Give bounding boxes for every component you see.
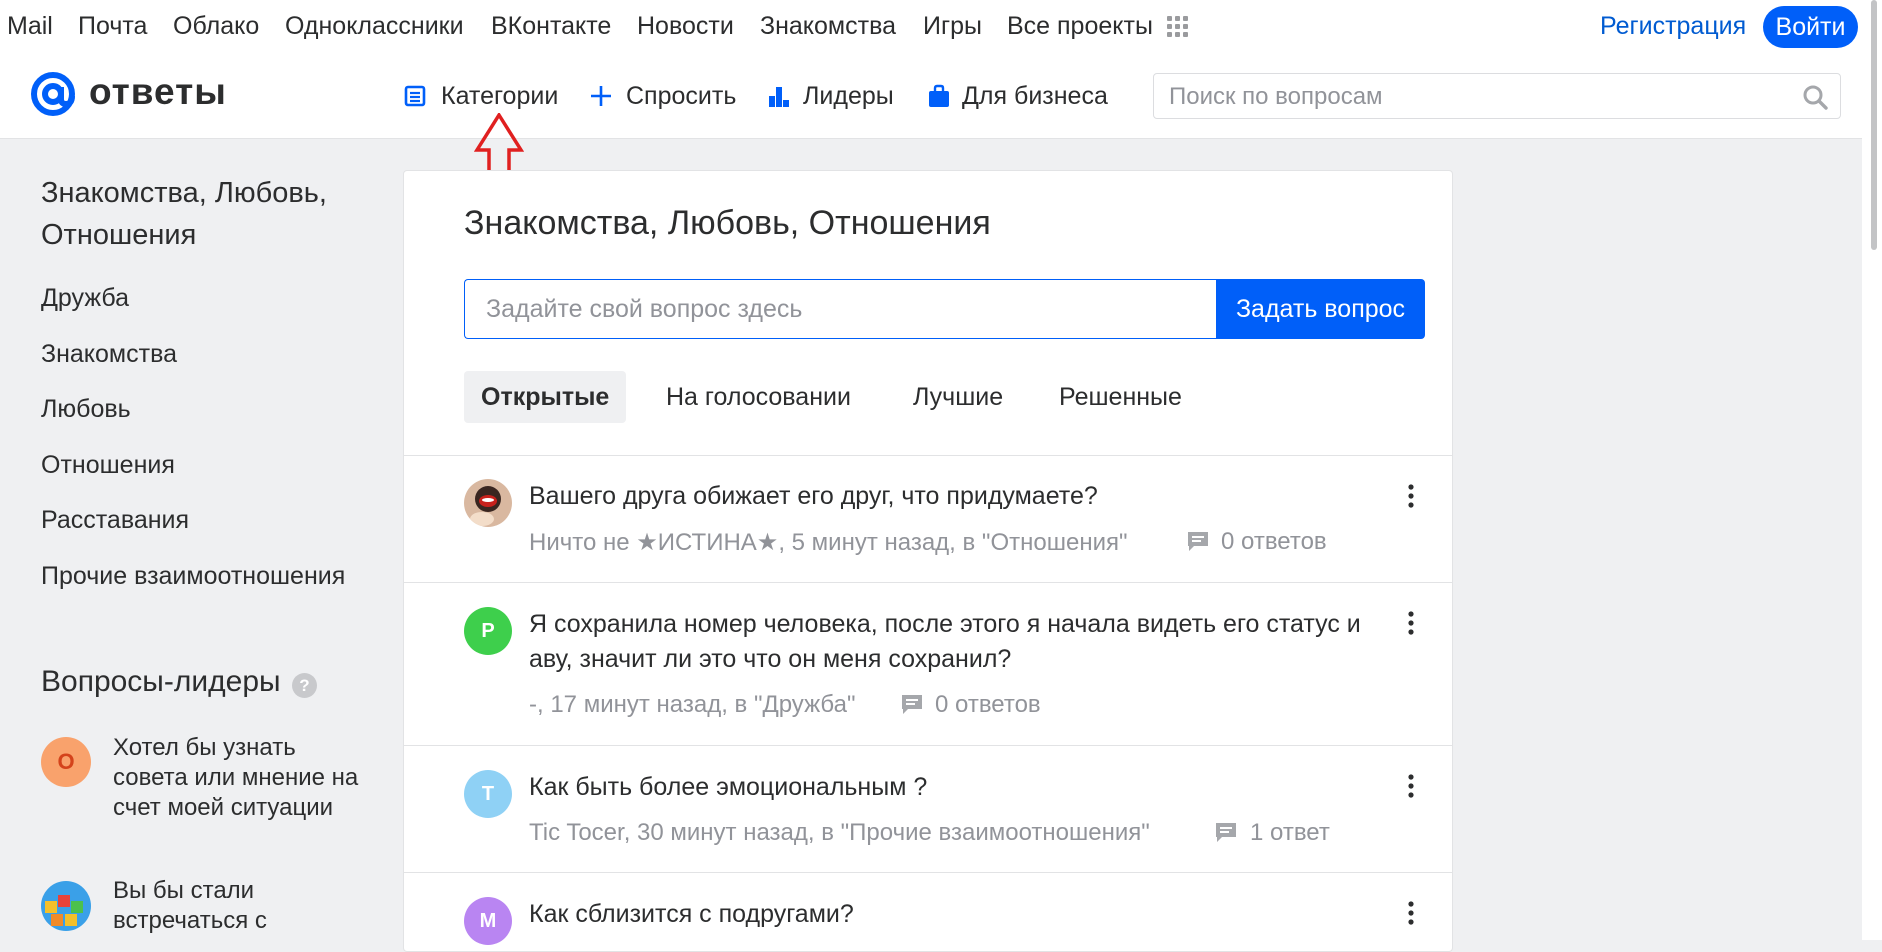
more-options-icon[interactable] bbox=[1404, 773, 1418, 799]
portal-link-mail[interactable]: Mail bbox=[7, 12, 53, 41]
question-title[interactable]: Вашего друга обижает его друг, что приду… bbox=[529, 479, 1399, 514]
avatar[interactable]: Р bbox=[464, 607, 512, 655]
questions-card: Знакомства, Любовь, Отношения Задайте св… bbox=[403, 170, 1453, 952]
question-meta: Ничто не ★ИСТИНА★, 5 минут назад, в "Отн… bbox=[529, 529, 1128, 556]
answers-count[interactable]: 1 ответ bbox=[1250, 819, 1330, 847]
nav-leaders[interactable]: Лидеры bbox=[803, 82, 894, 111]
portal-link-igry[interactable]: Игры bbox=[923, 12, 982, 41]
sidebar-item-druzhba[interactable]: Дружба bbox=[41, 284, 129, 313]
leader-avatar-image[interactable] bbox=[41, 881, 91, 931]
search-input[interactable]: Поиск по вопросам bbox=[1153, 73, 1841, 119]
portal-link-vkontakte[interactable]: ВКонтакте bbox=[491, 12, 611, 41]
portal-bar: Mail Почта Облако Одноклассники ВКонтакт… bbox=[0, 0, 1882, 54]
help-icon[interactable]: ? bbox=[292, 673, 317, 698]
ask-placeholder: Задайте свой вопрос здесь bbox=[486, 295, 803, 323]
nav-ask[interactable]: Спросить bbox=[626, 82, 736, 111]
question-title[interactable]: Я сохранила номер человека, после этого … bbox=[529, 607, 1399, 677]
more-options-icon[interactable] bbox=[1404, 483, 1418, 509]
comment-icon bbox=[1216, 823, 1236, 842]
leader-question-text[interactable]: Хотел бы узнать совета или мнение на сче… bbox=[113, 733, 373, 823]
sidebar-category-title: Знакомства, Любовь, Отношения bbox=[41, 177, 327, 251]
leaders-title: Вопросы-лидеры bbox=[41, 665, 281, 698]
otvety-logo-icon[interactable] bbox=[29, 70, 77, 118]
sidebar-item-lyubov[interactable]: Любовь bbox=[41, 395, 131, 424]
tab-solved[interactable]: Решенные bbox=[1059, 371, 1182, 423]
answers-count[interactable]: 0 ответов bbox=[935, 691, 1041, 719]
question-meta: -, 17 минут назад, в "Дружба" bbox=[529, 691, 856, 718]
avatar[interactable] bbox=[464, 479, 512, 527]
site-header: ответы Категории Спросить Лидеры Для биз… bbox=[0, 54, 1862, 139]
ask-question-input[interactable]: Задайте свой вопрос здесь bbox=[464, 279, 1216, 339]
briefcase-icon[interactable] bbox=[927, 84, 951, 108]
categories-icon[interactable] bbox=[403, 84, 427, 108]
portal-link-oblako[interactable]: Облако bbox=[173, 12, 259, 41]
comment-icon bbox=[1188, 532, 1208, 551]
question-meta: Tic Tocer, 30 минут назад, в "Прочие вза… bbox=[529, 819, 1150, 846]
tab-open[interactable]: Открытые bbox=[464, 371, 627, 423]
sidebar-item-otnosheniya[interactable]: Отношения bbox=[41, 451, 175, 480]
portal-link-pochta[interactable]: Почта bbox=[78, 12, 147, 41]
scrollbar-thumb[interactable] bbox=[1871, 0, 1877, 250]
ask-question-button[interactable]: Задать вопрос bbox=[1216, 279, 1425, 339]
register-link[interactable]: Регистрация bbox=[1600, 12, 1746, 41]
question-title[interactable]: Как быть более эмоциональным ? bbox=[529, 770, 1399, 805]
comment-icon bbox=[902, 695, 922, 714]
portal-link-odnoklassniki[interactable]: Одноклассники bbox=[285, 12, 464, 41]
divider bbox=[404, 455, 1452, 456]
divider bbox=[404, 582, 1452, 583]
portal-link-novosti[interactable]: Новости bbox=[637, 12, 734, 41]
nav-categories[interactable]: Категории bbox=[441, 82, 558, 111]
leader-avatar[interactable]: О bbox=[41, 737, 91, 787]
leader-question-text[interactable]: Вы бы стали встречаться с bbox=[113, 876, 373, 936]
divider bbox=[404, 745, 1452, 746]
apps-grid-icon[interactable] bbox=[1167, 16, 1189, 38]
scrollbar[interactable] bbox=[1862, 0, 1882, 940]
avatar[interactable]: М bbox=[464, 897, 512, 945]
search-icon[interactable] bbox=[1802, 84, 1828, 110]
portal-link-znakomstva[interactable]: Знакомства bbox=[760, 12, 896, 41]
leaders-chart-icon[interactable] bbox=[767, 84, 791, 108]
more-options-icon[interactable] bbox=[1404, 610, 1418, 636]
question-title[interactable]: Как сблизится с подругами? bbox=[529, 897, 1399, 932]
login-button[interactable]: Войти bbox=[1763, 6, 1858, 48]
page-title: Знакомства, Любовь, Отношения bbox=[464, 204, 991, 242]
sidebar-item-rasstavaniya[interactable]: Расставания bbox=[41, 506, 189, 535]
divider bbox=[404, 872, 1452, 873]
avatar[interactable]: Т bbox=[464, 770, 512, 818]
logo-text[interactable]: ответы bbox=[89, 71, 227, 113]
tab-best[interactable]: Лучшие bbox=[913, 371, 1003, 423]
more-options-icon[interactable] bbox=[1404, 900, 1418, 926]
tab-voting[interactable]: На голосовании bbox=[666, 371, 851, 423]
portal-link-all-projects[interactable]: Все проекты bbox=[1007, 12, 1153, 41]
sidebar-item-prochie[interactable]: Прочие взаимоотношения bbox=[41, 562, 345, 591]
answers-count[interactable]: 0 ответов bbox=[1221, 528, 1327, 556]
nav-business[interactable]: Для бизнеса bbox=[962, 82, 1108, 111]
sidebar-item-znakomstva[interactable]: Знакомства bbox=[41, 340, 177, 369]
plus-icon[interactable] bbox=[589, 84, 613, 108]
search-placeholder: Поиск по вопросам bbox=[1169, 83, 1383, 110]
